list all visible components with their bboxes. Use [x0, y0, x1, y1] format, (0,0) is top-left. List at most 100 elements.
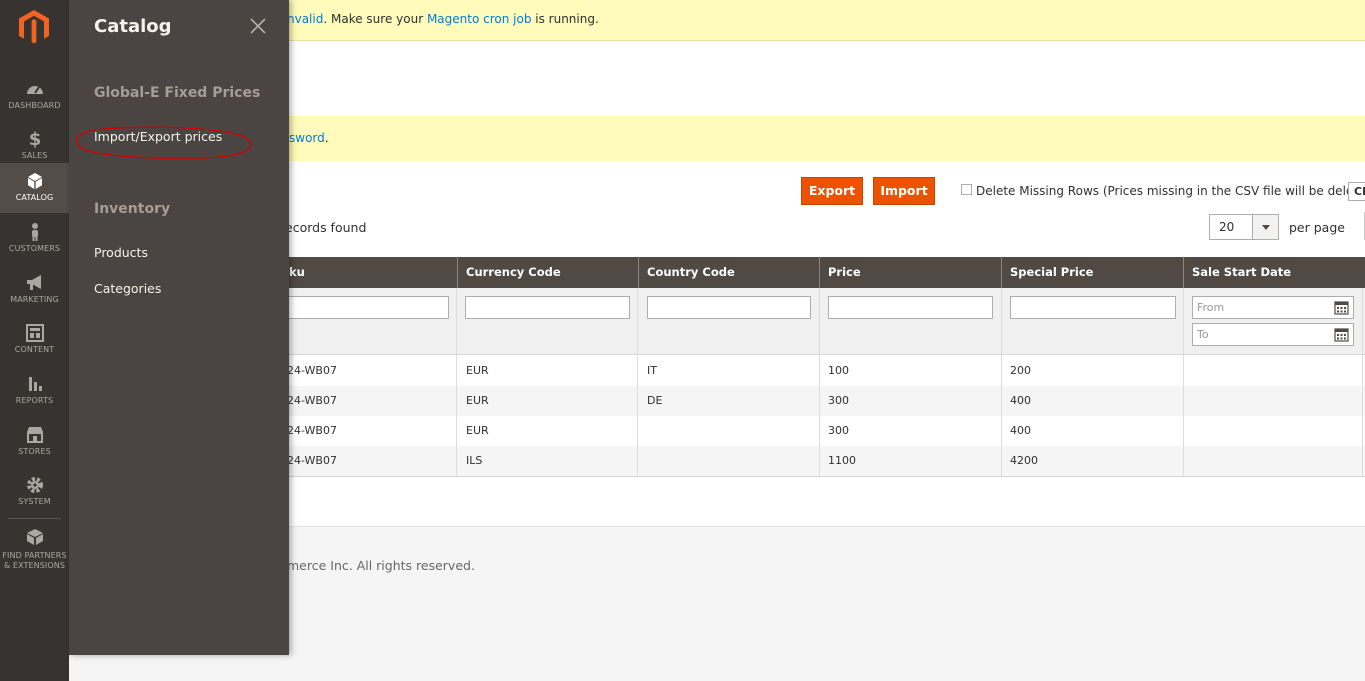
system-message-mid: . Make sure your — [323, 12, 427, 26]
records-found-text: ecords found — [285, 220, 367, 235]
nav-find-partners-label1: FIND PARTNERS — [2, 551, 67, 560]
notice-link[interactable]: sword — [289, 131, 325, 145]
nav-reports[interactable]: REPORTS — [0, 366, 69, 416]
column-divider — [1183, 288, 1184, 476]
date-from-placeholder: From — [1197, 301, 1225, 314]
magento-logo-icon[interactable] — [17, 9, 51, 45]
nav-content-label: CONTENT — [14, 345, 55, 354]
nav-catalog[interactable]: CATALOG — [0, 163, 69, 213]
delete-missing-rows-checkbox[interactable] — [961, 184, 972, 195]
date-to-placeholder: To — [1197, 328, 1209, 341]
gear-icon — [0, 475, 69, 497]
cell-currency: EUR — [466, 364, 489, 377]
flyout-title: Catalog — [94, 16, 172, 37]
cell-sku: 24-WB07 — [287, 424, 337, 437]
per-page-value: 20 — [1219, 220, 1235, 234]
column-divider — [456, 288, 457, 476]
import-button[interactable]: Import — [873, 177, 935, 205]
nav-catalog-label: CATALOG — [15, 193, 54, 202]
nav-marketing-label: MARKETING — [10, 295, 59, 304]
cell-special-price: 400 — [1010, 394, 1031, 407]
per-page-select[interactable]: 20 — [1209, 214, 1279, 240]
box-icon — [0, 171, 69, 193]
calendar-icon[interactable] — [1334, 327, 1349, 342]
price-filter-input[interactable] — [828, 296, 993, 319]
nav-find-partners[interactable]: FIND PARTNERS & EXTENSIONS — [0, 521, 69, 573]
close-icon[interactable] — [248, 16, 268, 36]
date-to-input[interactable]: To — [1192, 323, 1354, 346]
nav-customers-label: CUSTOMERS — [8, 244, 61, 253]
bar-chart-icon — [0, 374, 69, 396]
column-header-special-price[interactable]: Special Price — [1001, 257, 1183, 288]
column-header-country-code[interactable]: Country Code — [638, 257, 819, 288]
flyout-group-global-e: Global-E Fixed Prices — [94, 85, 261, 101]
column-divider — [637, 288, 638, 476]
cell-special-price: 400 — [1010, 424, 1031, 437]
notice-post: . — [324, 131, 329, 145]
layout-icon — [0, 323, 69, 345]
column-header-price[interactable]: Price — [819, 257, 1001, 288]
nav-system[interactable]: SYSTEM — [0, 467, 69, 517]
nav-system-label: SYSTEM — [18, 497, 51, 506]
cell-currency: EUR — [466, 424, 489, 437]
dashboard-icon — [0, 79, 69, 101]
cron-job-link[interactable]: Magento cron job — [427, 12, 532, 26]
cell-currency: EUR — [466, 394, 489, 407]
nav-reports-label: REPORTS — [15, 396, 54, 405]
column-divider — [1001, 288, 1002, 476]
nav-find-partners-label2: & EXTENSIONS — [3, 561, 66, 570]
flyout-group-inventory: Inventory — [94, 201, 171, 217]
admin-menu-bar: DASHBOARD $ SALES CATALOG CUSTOMERS MARK… — [0, 0, 69, 681]
date-from-input[interactable]: From — [1192, 296, 1354, 319]
nav-dashboard-label: DASHBOARD — [8, 101, 61, 110]
column-header-currency-code[interactable]: Currency Code — [457, 257, 638, 288]
column-header-sale-start-date[interactable]: Sale Start Date — [1183, 257, 1365, 288]
nav-customers[interactable]: CUSTOMERS — [0, 214, 69, 264]
cell-currency: ILS — [466, 454, 483, 467]
clipped-button[interactable]: Cl — [1348, 182, 1365, 201]
nav-marketing[interactable]: MARKETING — [0, 265, 69, 315]
store-icon — [0, 425, 69, 447]
cell-special-price: 4200 — [1010, 454, 1038, 467]
cell-price: 100 — [828, 364, 849, 377]
cell-country: IT — [647, 364, 657, 377]
footer-copyright: merce Inc. All rights reserved. — [287, 558, 475, 573]
cell-price: 1100 — [828, 454, 856, 467]
nav-dashboard[interactable]: DASHBOARD — [0, 71, 69, 121]
sku-filter-input[interactable] — [279, 296, 449, 319]
cell-price: 300 — [828, 424, 849, 437]
export-button[interactable]: Export — [801, 177, 863, 205]
column-divider — [819, 288, 820, 476]
column-header-sku[interactable]: ku — [279, 257, 457, 288]
calendar-icon[interactable] — [1334, 300, 1349, 315]
cell-special-price: 200 — [1010, 364, 1031, 377]
nav-stores-label: STORES — [18, 447, 51, 456]
megaphone-icon — [0, 273, 69, 295]
currency-code-filter-input[interactable] — [465, 296, 630, 319]
column-divider — [1362, 288, 1363, 476]
flyout-link-categories[interactable]: Categories — [94, 281, 161, 296]
nav-divider — [8, 518, 61, 519]
nav-stores[interactable]: STORES — [0, 417, 69, 467]
cell-sku: 24-WB07 — [287, 364, 337, 377]
cell-sku: 24-WB07 — [287, 394, 337, 407]
special-price-filter-input[interactable] — [1010, 296, 1176, 319]
svg-text:$: $ — [28, 129, 41, 149]
system-message-post: is running. — [531, 12, 599, 26]
extensions-icon — [0, 527, 69, 551]
flyout-link-products[interactable]: Products — [94, 245, 148, 260]
nav-sales-label: SALES — [21, 151, 48, 160]
delete-missing-rows-label: Delete Missing Rows (Prices missing in t… — [976, 184, 1365, 198]
red-annotation-circle — [76, 126, 252, 159]
system-message-link-invalid[interactable]: nvalid — [287, 12, 323, 26]
catalog-flyout-menu: Catalog Global-E Fixed Prices Import/Exp… — [69, 0, 289, 655]
country-code-filter-input[interactable] — [647, 296, 811, 319]
person-icon — [0, 222, 69, 244]
chevron-down-icon[interactable] — [1252, 215, 1278, 239]
per-page-label: per page — [1289, 220, 1345, 235]
system-message-text: nvalid. Make sure your Magento cron job … — [287, 12, 599, 26]
nav-content[interactable]: CONTENT — [0, 315, 69, 365]
cell-country: DE — [647, 394, 663, 407]
notice-text: sword. — [289, 131, 329, 145]
cell-sku: 24-WB07 — [287, 454, 337, 467]
